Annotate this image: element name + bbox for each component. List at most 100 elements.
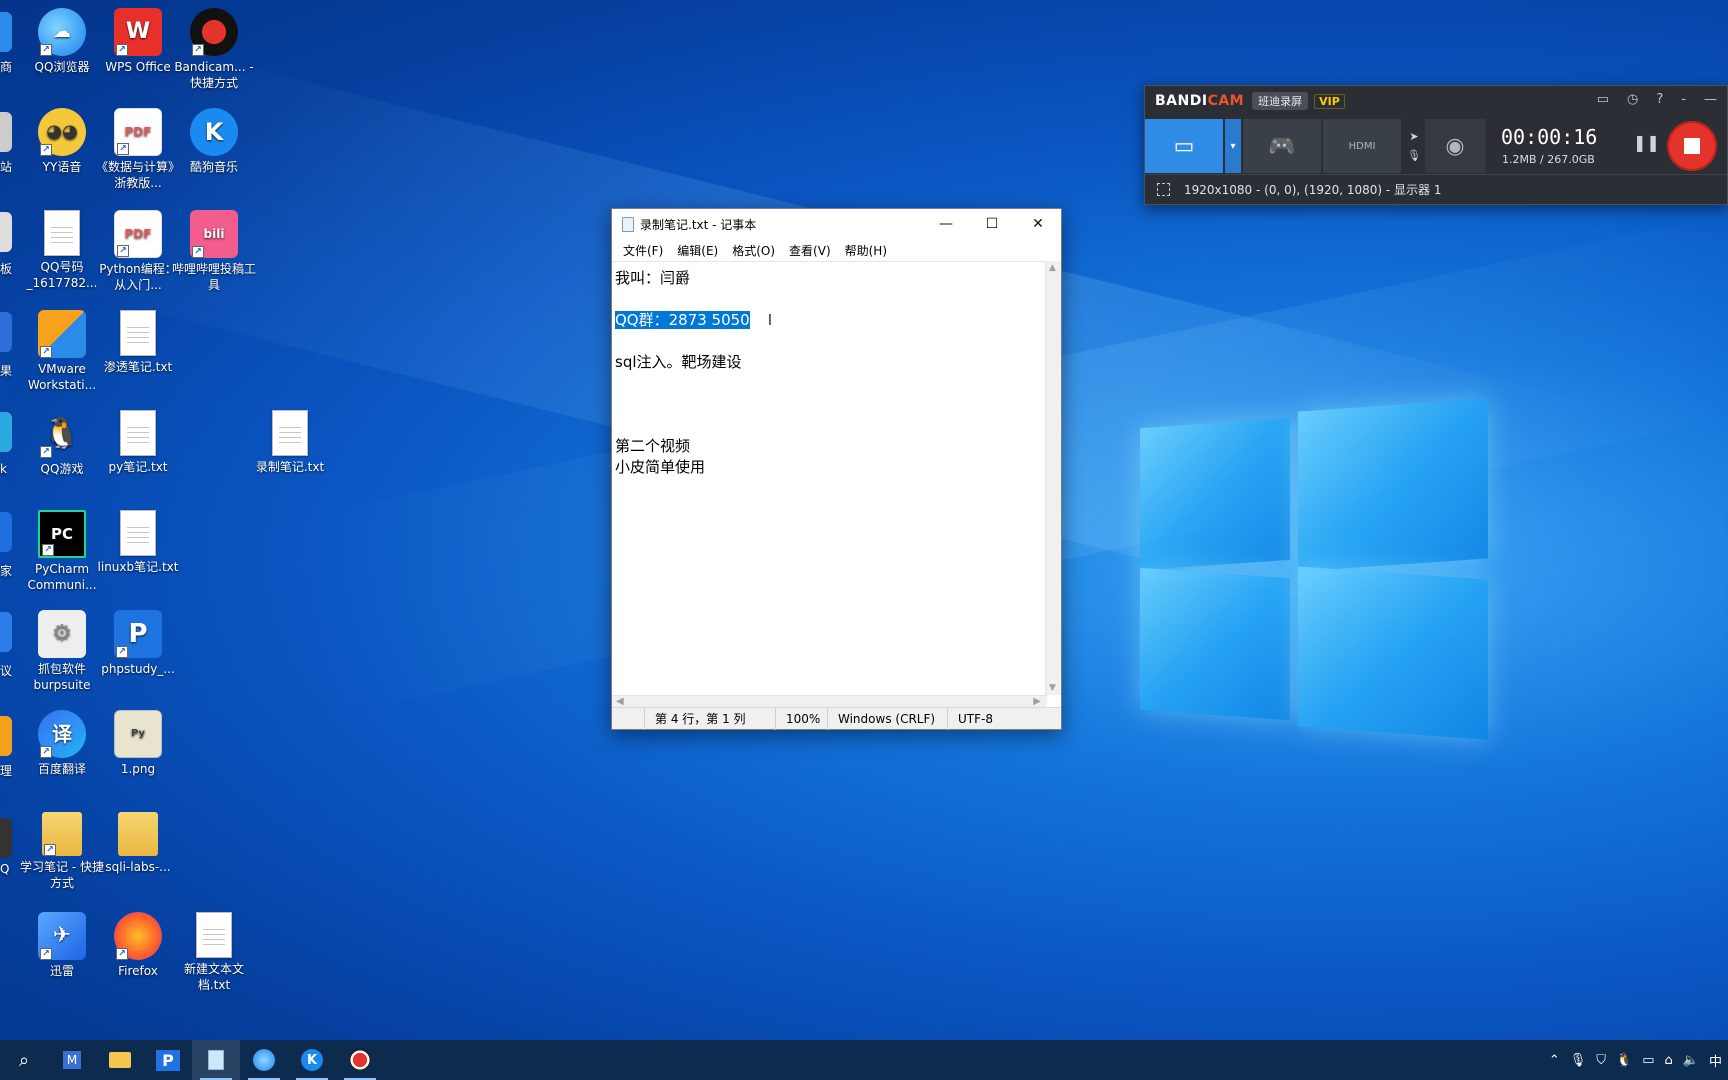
- stop-record-button[interactable]: [1667, 121, 1717, 171]
- network-icon[interactable]: ⌂: [1665, 1053, 1673, 1068]
- cursor-position: 第 4 行，第 1 列: [644, 707, 775, 730]
- game-mode-button[interactable]: 🎮: [1243, 119, 1321, 173]
- cursor-icon[interactable]: ➤: [1409, 130, 1418, 143]
- desktop-icon-wps[interactable]: W ↗ WPS Office: [96, 8, 180, 75]
- text-line: sql注入。靶场建设: [615, 353, 742, 371]
- menu-file[interactable]: 文件(F): [616, 242, 670, 259]
- taskbar-app-notepad[interactable]: [192, 1040, 240, 1080]
- scroll-down-icon[interactable]: ▼: [1049, 683, 1056, 693]
- close-button[interactable]: ✕: [1015, 209, 1061, 239]
- icon-label: Bandicam... - 快捷方式: [174, 60, 254, 90]
- pdf-icon: PDF ↗: [114, 108, 162, 156]
- desktop-icon-kugou[interactable]: K 酷狗音乐: [172, 108, 256, 175]
- desktop-icon-yy[interactable]: ◕◕ ↗ YY语音: [20, 108, 104, 175]
- minimize-icon[interactable]: -: [1681, 92, 1686, 107]
- microphone-icon[interactable]: 🎙: [1570, 1053, 1587, 1068]
- taskbar-app-phpstudy[interactable]: P: [144, 1040, 192, 1080]
- desktop-icon-pycharm[interactable]: PC ↗ PyCharm Communi...: [20, 510, 104, 593]
- display-icon[interactable]: ▭: [1642, 1053, 1654, 1068]
- recording-timer: 00:00:16: [1501, 125, 1598, 149]
- bandicam-titlebar[interactable]: BANDICAM 班迪录屏 VIP ▭ ◷ ? - —: [1145, 86, 1727, 116]
- desktop-icon-baidu-translate[interactable]: 译 ↗ 百度翻译: [20, 710, 104, 777]
- scroll-left-icon[interactable]: ◀: [616, 696, 624, 707]
- region-info: 1920x1080 - (0, 0), (1920, 1080) - 显示器 1: [1184, 183, 1442, 197]
- icon-label: 渗透笔记.txt: [103, 360, 173, 374]
- icon-label: 百度翻译: [37, 762, 86, 776]
- desktop-icon-vmware[interactable]: ↗ VMware Workstati...: [20, 310, 104, 393]
- webcam-button[interactable]: ◉: [1425, 119, 1485, 173]
- shield-icon[interactable]: ⛉: [1596, 1053, 1606, 1068]
- yy-voice-icon: ◕◕ ↗: [38, 108, 86, 156]
- icon-label: 迅雷: [49, 964, 74, 978]
- desktop-icon-qq-browser[interactable]: ☁ ↗ QQ浏览器: [20, 8, 104, 75]
- maximize-button[interactable]: ☐: [969, 209, 1015, 239]
- desktop-icon-python-book[interactable]: PDF ↗ Python编程：从入门...: [96, 210, 180, 293]
- icon-label: QQ游戏: [40, 462, 84, 476]
- desktop-icon-bandicam[interactable]: ↗ Bandicam... - 快捷方式: [172, 8, 256, 91]
- search-button[interactable]: ⌕: [0, 1040, 48, 1080]
- icon-label: sqli-labs-...: [105, 860, 171, 874]
- desktop-icon-bilibili[interactable]: bili ↗ 哔哩哔哩投稿工具: [172, 210, 256, 293]
- collapse-icon[interactable]: —: [1704, 92, 1717, 107]
- mode-dropdown-button[interactable]: ▾: [1225, 119, 1241, 173]
- penguin-icon[interactable]: 🐧: [1616, 1053, 1632, 1068]
- vertical-scrollbar[interactable]: ▲ ▼: [1045, 261, 1061, 695]
- scroll-up-icon[interactable]: ▲: [1049, 263, 1056, 273]
- image-file-icon: Py: [114, 710, 162, 758]
- screen-mode-button[interactable]: ▭: [1145, 119, 1223, 173]
- icon-label: VMware Workstati...: [27, 362, 97, 392]
- volume-icon[interactable]: 🔈: [1683, 1053, 1699, 1068]
- folder-icon: [109, 1052, 131, 1068]
- phpstudy-icon: P ↗: [114, 610, 162, 658]
- icon-label: Firefox: [118, 964, 158, 978]
- desktop-icon-pdf-book[interactable]: PDF ↗ 《数据与计算》浙教版...: [96, 108, 180, 191]
- chevron-up-icon[interactable]: ⌃: [1549, 1053, 1560, 1068]
- notepad-window[interactable]: 录制笔记.txt - 记事本 — ☐ ✕ 文件(F) 编辑(E) 格式(O) 查…: [611, 208, 1062, 730]
- pause-button[interactable]: ❚❚: [1633, 133, 1660, 152]
- menu-help[interactable]: 帮助(H): [838, 242, 894, 259]
- desktop-icon-study-notes[interactable]: ↗ 学习笔记 - 快捷方式: [20, 812, 104, 891]
- desktop-icon-png[interactable]: Py 1.png: [96, 710, 180, 777]
- folder-icon[interactable]: ▭: [1597, 92, 1609, 107]
- desktop-icon-pentest-notes[interactable]: 渗透笔记.txt: [96, 310, 180, 375]
- taskbar-app-kugou[interactable]: K: [288, 1040, 336, 1080]
- desktop-icon-qq-number[interactable]: QQ号码_1617782...: [20, 210, 104, 291]
- notepad-titlebar[interactable]: 录制笔记.txt - 记事本 — ☐ ✕: [612, 209, 1061, 239]
- text-editor[interactable]: 我叫：闫爵 QQ群：2873 5050 I sql注入。靶场建设 第二个视频 小皮…: [612, 261, 1047, 695]
- input-method-icon[interactable]: 中: [1709, 1051, 1722, 1070]
- phpstudy-icon: P: [156, 1049, 180, 1071]
- text-line: 我叫：闫爵: [615, 269, 691, 287]
- kugou-icon: K: [190, 108, 238, 156]
- hdmi-icon: HDMI: [1348, 140, 1376, 152]
- menu-format[interactable]: 格式(O): [725, 242, 782, 259]
- menu-edit[interactable]: 编辑(E): [670, 242, 725, 259]
- menu-view[interactable]: 查看(V): [782, 242, 838, 259]
- text-line: 第二个视频: [615, 437, 691, 455]
- clock-icon[interactable]: ◷: [1627, 92, 1638, 107]
- taskbar-app-ime[interactable]: M: [48, 1040, 96, 1080]
- region-select-icon[interactable]: [1157, 183, 1170, 196]
- desktop-icon-linux-notes[interactable]: linuxb笔记.txt: [96, 510, 180, 575]
- taskbar-app-bandicam[interactable]: [336, 1040, 384, 1080]
- desktop-icon-qq-game[interactable]: 🐧 ↗ QQ游戏: [20, 410, 104, 477]
- minimize-button[interactable]: —: [923, 209, 969, 239]
- penguin-icon: 🐧 ↗: [38, 410, 86, 458]
- taskbar-app-qq-browser[interactable]: [240, 1040, 288, 1080]
- microphone-icon[interactable]: 🎙: [1407, 149, 1421, 162]
- text-line: [615, 373, 1044, 394]
- bilibili-icon: bili ↗: [190, 210, 238, 258]
- desktop-icon-recording-notes[interactable]: 录制笔记.txt: [248, 410, 332, 475]
- bandicam-window[interactable]: BANDICAM 班迪录屏 VIP ▭ ◷ ? - — ▭ ▾ 🎮 HDMI ➤…: [1144, 85, 1728, 205]
- desktop-icon-phpstudy[interactable]: P ↗ phpstudy_...: [96, 610, 180, 677]
- desktop-icon-firefox[interactable]: ↗ Firefox: [96, 912, 180, 979]
- desktop-icon-burpsuite[interactable]: ⚙ 抓包软件burpsuite: [20, 610, 104, 693]
- hdmi-mode-button[interactable]: HDMI: [1323, 119, 1401, 173]
- desktop-icon-xunlei[interactable]: ✈ ↗ 迅雷: [20, 912, 104, 979]
- scroll-right-icon[interactable]: ▶: [1033, 696, 1041, 707]
- desktop-icon-sqli-labs[interactable]: sqli-labs-...: [96, 812, 180, 875]
- desktop-icon-py-notes[interactable]: py笔记.txt: [96, 410, 180, 475]
- help-icon[interactable]: ?: [1656, 92, 1663, 107]
- taskbar-app-explorer[interactable]: [96, 1040, 144, 1080]
- desktop-icon-new-text[interactable]: 新建文本文档.txt: [172, 912, 256, 993]
- qq-browser-icon: ☁ ↗: [38, 8, 86, 56]
